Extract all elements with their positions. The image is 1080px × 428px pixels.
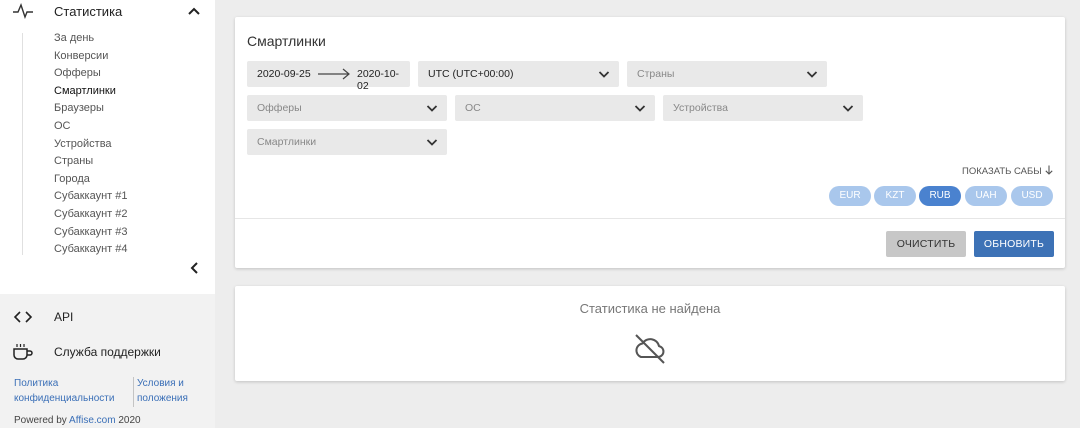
powered-by-prefix: Powered by [14, 415, 67, 426]
subnav-item-offers[interactable]: Офферы [54, 65, 128, 83]
powered-by: Powered by Affise.com 2020 [14, 415, 141, 426]
cloud-off-icon [635, 334, 665, 364]
devices-placeholder: Устройства [673, 102, 728, 114]
currency-kzt[interactable]: KZT [874, 186, 916, 206]
subnav-item-os[interactable]: ОС [54, 118, 128, 136]
timezone-select[interactable]: UTC (UTC+00:00) [418, 61, 619, 87]
currency-rub[interactable]: RUB [919, 186, 961, 206]
offers-placeholder: Офферы [257, 102, 302, 114]
chevron-down-icon [806, 71, 818, 78]
code-icon [13, 311, 33, 323]
sidebar: Статистика За день Конверсии Офферы Смар… [0, 0, 215, 428]
os-placeholder: ОС [465, 102, 481, 114]
smartlinks-select[interactable]: Смартлинки [247, 129, 447, 155]
empty-state-message: Статистика не найдена [579, 301, 721, 316]
date-range-picker[interactable]: 2020-09-25 2020-10-02 [247, 61, 410, 92]
chevron-left-icon[interactable] [186, 260, 202, 276]
coffee-cup-icon [13, 344, 33, 360]
subnav-item-devices[interactable]: Устройства [54, 136, 128, 154]
subnav-item-browsers[interactable]: Браузеры [54, 100, 128, 118]
countries-placeholder: Страны [637, 68, 675, 80]
timezone-value: UTC (UTC+00:00) [428, 68, 514, 80]
devices-select[interactable]: Устройства [663, 95, 863, 121]
arrow-right-icon [318, 68, 350, 80]
smartlinks-placeholder: Смартлинки [257, 136, 317, 148]
subnav-item-subaccount-3[interactable]: Субаккаунт #3 [54, 224, 128, 242]
chevron-up-icon[interactable] [186, 3, 202, 19]
sidebar-item-label: Служба поддержки [54, 345, 161, 359]
date-to: 2020-10-02 [357, 68, 400, 92]
sidebar-item-support[interactable]: Служба поддержки [0, 339, 215, 365]
sidebar-nav: Статистика За день Конверсии Офферы Смар… [0, 0, 215, 294]
currency-usd[interactable]: USD [1011, 186, 1053, 206]
subnav-item-countries[interactable]: Страны [54, 153, 128, 171]
sidebar-item-label: API [54, 310, 74, 324]
arrow-down-icon [1045, 165, 1053, 175]
subnav-item-subaccount-1[interactable]: Субаккаунт #1 [54, 188, 128, 206]
terms-link[interactable]: Условия и положения [137, 377, 209, 406]
subnav-item-subaccount-2[interactable]: Субаккаунт #2 [54, 206, 128, 224]
privacy-policy-link[interactable]: Политика конфиденциальности [14, 377, 132, 406]
chevron-down-icon [634, 105, 646, 112]
sidebar-item-api[interactable]: API [0, 304, 215, 330]
chevron-down-icon [842, 105, 854, 112]
subnav-item-smartlinks[interactable]: Смартлинки [54, 83, 128, 101]
powered-by-year: 2020 [118, 415, 141, 426]
results-card: Статистика не найдена [235, 286, 1065, 381]
page-title: Смартлинки [247, 33, 326, 49]
currency-eur[interactable]: EUR [829, 186, 871, 206]
chevron-down-icon [426, 139, 438, 146]
os-select[interactable]: ОС [455, 95, 655, 121]
clear-button[interactable]: ОЧИСТИТЬ [886, 231, 966, 257]
tree-line [22, 33, 23, 255]
subnav-item-daily[interactable]: За день [54, 30, 128, 48]
date-from: 2020-09-25 [257, 68, 311, 80]
show-subs-toggle[interactable]: ПОКАЗАТЬ САБЫ [962, 165, 1053, 177]
card-divider [235, 218, 1065, 219]
footer-divider [133, 377, 134, 407]
currency-uah[interactable]: UAH [965, 186, 1007, 206]
sidebar-item-label: Статистика [54, 4, 123, 19]
subnav-item-cities[interactable]: Города [54, 171, 128, 189]
chevron-down-icon [598, 71, 610, 78]
show-subs-label: ПОКАЗАТЬ САБЫ [962, 166, 1042, 177]
subnav-item-subaccount-4[interactable]: Субаккаунт #4 [54, 241, 128, 259]
filters-card: Смартлинки 2020-09-25 2020-10-02 UTC (UT… [235, 17, 1065, 268]
subnav-item-conversions[interactable]: Конверсии [54, 48, 128, 66]
activity-icon [13, 3, 33, 19]
sidebar-item-statistics[interactable]: Статистика [0, 0, 215, 26]
update-button[interactable]: ОБНОВИТЬ [974, 231, 1054, 257]
offers-select[interactable]: Офферы [247, 95, 447, 121]
statistics-subnav: За день Конверсии Офферы Смартлинки Брау… [54, 30, 128, 259]
affise-link[interactable]: Affise.com [69, 415, 116, 426]
chevron-down-icon [426, 105, 438, 112]
countries-select[interactable]: Страны [627, 61, 827, 87]
